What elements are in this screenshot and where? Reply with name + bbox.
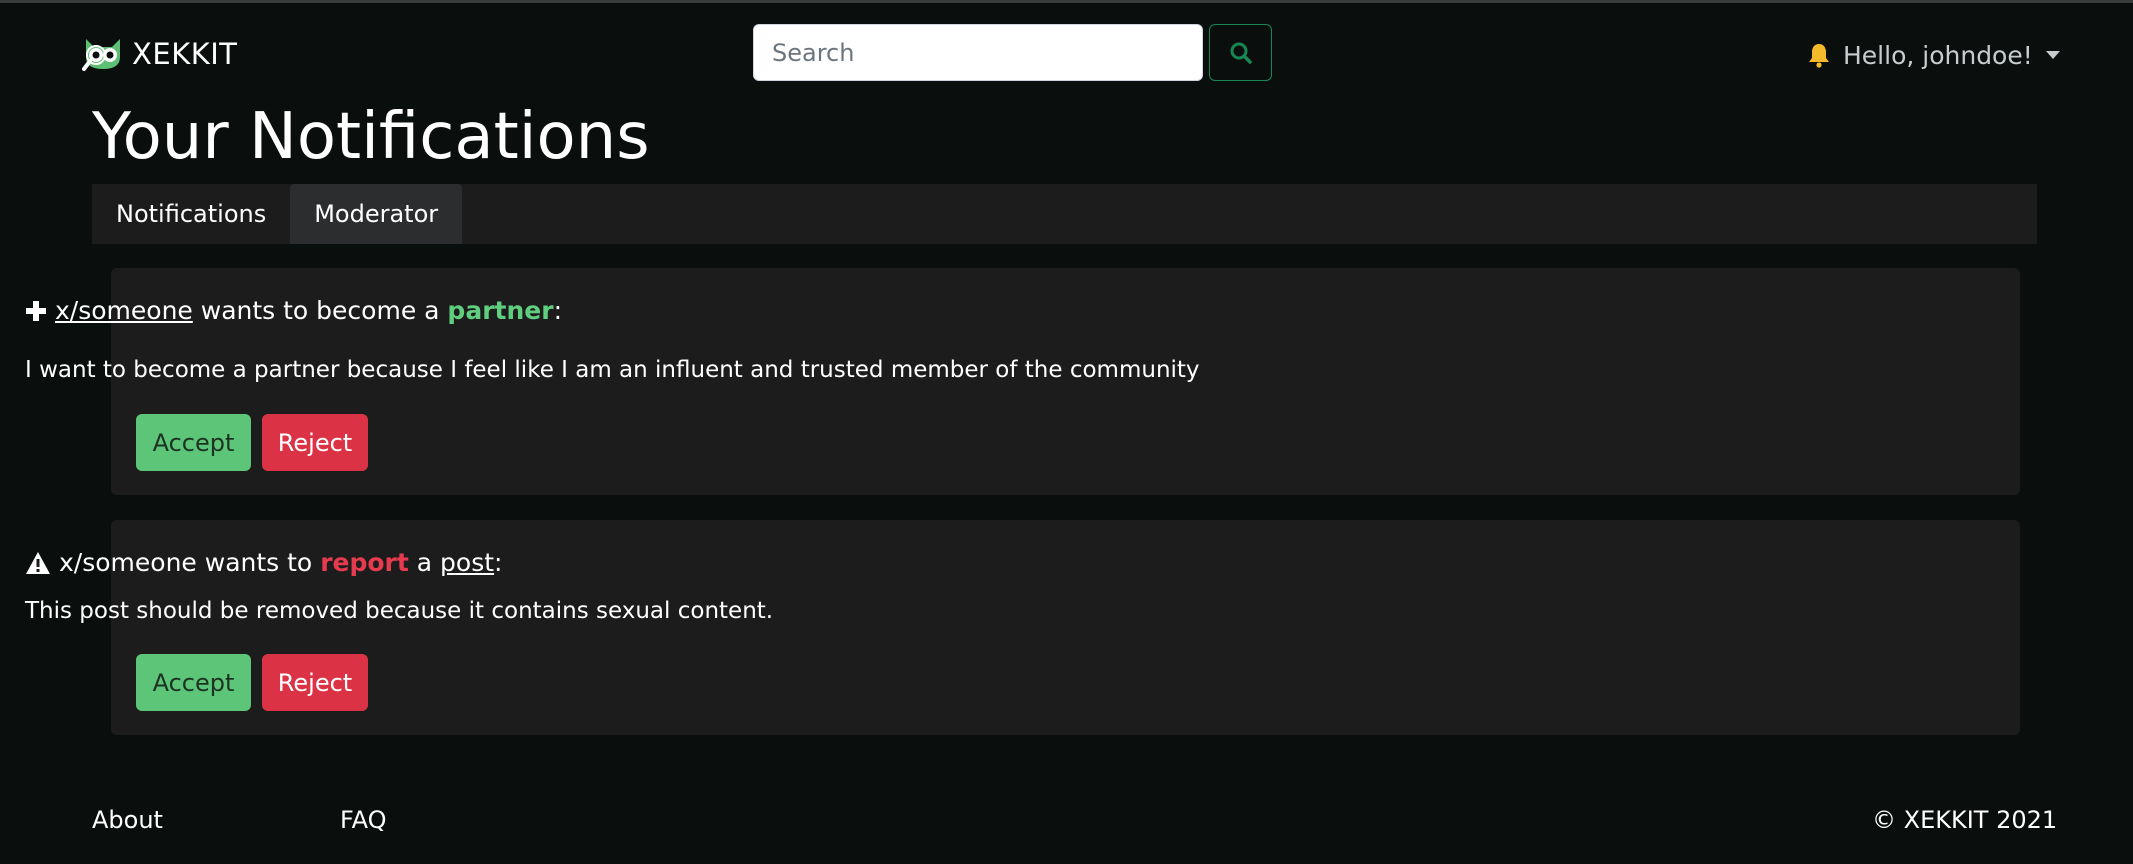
- footer-faq-link[interactable]: FAQ: [340, 806, 387, 834]
- partner-request-message: I want to become a partner because I fee…: [25, 357, 1200, 383]
- user-menu-dropdown[interactable]: Hello, johndoe!: [1807, 36, 2060, 74]
- tab-label: Notifications: [116, 200, 267, 228]
- report-request-message: This post should be removed because it c…: [25, 598, 774, 624]
- page-title: Your Notifications: [92, 100, 650, 174]
- warning-triangle-icon: [25, 551, 51, 575]
- report-request-title: x/someone wants to report a post :: [25, 548, 502, 577]
- footer-copyright: © XEKKIT 2021: [1872, 806, 2058, 834]
- request-suffix: :: [553, 296, 562, 325]
- caret-down-icon: [2045, 51, 2060, 59]
- request-text-after: a: [408, 548, 441, 577]
- request-type-report: report: [320, 548, 409, 577]
- tab-notifications[interactable]: Notifications: [92, 184, 290, 244]
- partner-request-title: x/someone wants to become a partner :: [25, 296, 562, 325]
- tab-label: Moderator: [314, 200, 439, 228]
- user-link[interactable]: x/someone: [55, 296, 193, 325]
- tab-moderator[interactable]: Moderator: [290, 184, 463, 244]
- request-type-partner: partner: [447, 296, 554, 325]
- plus-icon: [25, 300, 47, 322]
- search-button[interactable]: [1209, 24, 1272, 81]
- reject-partner-button[interactable]: Reject: [262, 414, 368, 471]
- notification-tabs: Notifications Moderator: [92, 184, 2037, 244]
- brand-link[interactable]: XEKKIT: [82, 34, 238, 74]
- search-input[interactable]: [753, 24, 1203, 81]
- post-link[interactable]: post: [440, 548, 494, 577]
- reporter-name: x/someone: [59, 548, 197, 577]
- request-suffix: :: [494, 548, 503, 577]
- request-text: wants to: [196, 548, 321, 577]
- brand-name: XEKKIT: [132, 37, 238, 71]
- accept-partner-button[interactable]: Accept: [136, 414, 251, 471]
- search-icon: [1230, 42, 1252, 64]
- request-text: wants to become a: [192, 296, 448, 325]
- user-greeting: Hello, johndoe!: [1843, 40, 2033, 70]
- reject-report-button[interactable]: Reject: [262, 654, 368, 711]
- accept-report-button[interactable]: Accept: [136, 654, 251, 711]
- footer-about-link[interactable]: About: [92, 806, 163, 834]
- bell-icon: [1809, 44, 1829, 68]
- owl-magnifier-logo-icon: [82, 39, 120, 71]
- navbar: XEKKIT Hello, johndoe!: [0, 3, 2133, 101]
